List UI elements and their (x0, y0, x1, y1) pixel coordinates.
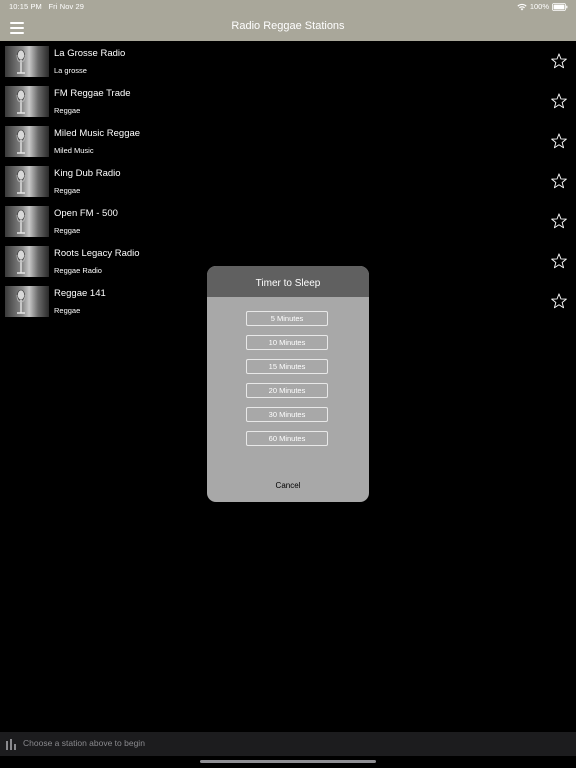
station-name: Open FM - 500 (54, 208, 118, 219)
station-name: Roots Legacy Radio (54, 248, 140, 259)
status-date: Fri Nov 29 (48, 2, 85, 11)
microphone-icon (5, 166, 49, 197)
timer-option-60-button[interactable]: 60 Minutes (246, 431, 328, 446)
star-outline-icon[interactable] (550, 172, 568, 190)
microphone-icon (5, 206, 49, 237)
star-outline-icon[interactable] (550, 132, 568, 150)
cancel-button[interactable]: Cancel (207, 481, 369, 490)
status-time-date: 10:15 PM Fri Nov 29 (9, 2, 84, 11)
top-bar: 10:15 PM Fri Nov 29 100% Radio Reggae St… (0, 0, 576, 41)
station-genre: Reggae (54, 186, 81, 195)
app-screen: 10:15 PM Fri Nov 29 100% Radio Reggae St… (0, 0, 576, 768)
station-genre: Reggae (54, 306, 81, 315)
station-row[interactable]: Miled Music Reggae Miled Music (0, 122, 576, 162)
battery-icon (552, 2, 568, 11)
status-indicators: 100% (517, 2, 568, 11)
home-indicator[interactable] (200, 760, 376, 763)
star-outline-icon[interactable] (550, 252, 568, 270)
sleep-timer-dialog: Timer to Sleep 5 Minutes 10 Minutes 15 M… (207, 266, 369, 502)
station-row[interactable]: Open FM - 500 Reggae (0, 202, 576, 242)
microphone-icon (5, 86, 49, 117)
star-outline-icon[interactable] (550, 292, 568, 310)
station-genre: Reggae Radio (54, 266, 102, 275)
station-name: FM Reggae Trade (54, 88, 131, 99)
timer-option-20-button[interactable]: 20 Minutes (246, 383, 328, 398)
microphone-icon (5, 246, 49, 277)
station-row[interactable]: FM Reggae Trade Reggae (0, 82, 576, 122)
star-outline-icon[interactable] (550, 92, 568, 110)
star-outline-icon[interactable] (550, 212, 568, 230)
timer-option-5-button[interactable]: 5 Minutes (246, 311, 328, 326)
timer-option-10-button[interactable]: 10 Minutes (246, 335, 328, 350)
player-prompt: Choose a station above to begin (23, 738, 145, 748)
microphone-icon (5, 286, 49, 317)
station-genre: La grosse (54, 66, 87, 75)
microphone-icon (5, 126, 49, 157)
timer-option-30-button[interactable]: 30 Minutes (246, 407, 328, 422)
station-row[interactable]: La Grosse Radio La grosse (0, 42, 576, 82)
microphone-icon (5, 46, 49, 77)
station-genre: Miled Music (54, 146, 94, 155)
equalizer-icon (6, 739, 18, 750)
timer-option-15-button[interactable]: 15 Minutes (246, 359, 328, 374)
wifi-icon (517, 3, 527, 11)
page-title: Radio Reggae Stations (231, 20, 345, 32)
station-genre: Reggae (54, 226, 81, 235)
sleep-timer-title: Timer to Sleep (207, 266, 369, 297)
status-time: 10:15 PM (9, 2, 42, 11)
player-bar[interactable]: Choose a station above to begin (0, 732, 576, 756)
station-name: Reggae 141 (54, 288, 106, 299)
station-name: Miled Music Reggae (54, 128, 141, 139)
station-genre: Reggae (54, 106, 81, 115)
station-name: King Dub Radio (54, 168, 121, 179)
battery-percent: 100% (529, 2, 549, 11)
star-outline-icon[interactable] (550, 52, 568, 70)
station-name: La Grosse Radio (54, 48, 126, 59)
station-row[interactable]: King Dub Radio Reggae (0, 162, 576, 202)
